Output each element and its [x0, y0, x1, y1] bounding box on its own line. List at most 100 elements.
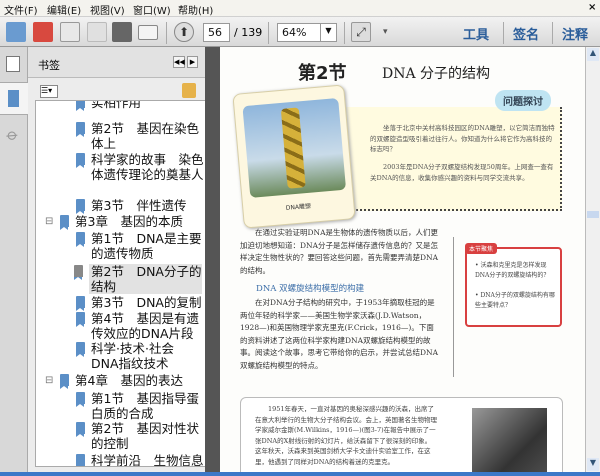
scrollbar-thumb[interactable] — [587, 211, 599, 218]
bookmark-icon — [60, 374, 69, 389]
bookmarks-tab[interactable] — [0, 82, 28, 115]
bookmark-options-menu[interactable]: ☰▾ — [40, 85, 58, 98]
bookmark-item[interactable]: 第3节 伴性遗传 — [76, 198, 204, 214]
bookmark-label: 第2节 基因在染色体上 — [91, 121, 199, 151]
previous-page-icon[interactable]: ⬆ — [174, 22, 194, 42]
menu-edit[interactable]: 编辑(E) — [47, 2, 81, 17]
menu-view[interactable]: 视图(V) — [90, 2, 125, 17]
photo-caption: DNA雕塑 — [285, 202, 312, 212]
email-icon[interactable] — [138, 25, 158, 40]
bookmark-label: 第3节 DNA的复制 — [91, 295, 202, 310]
document-scrollbar[interactable]: ▲ ▼ — [585, 47, 600, 472]
body-paragraph: 在对DNA分子结构的研究中，于1953年摘取桂冠的是两位年轻的科学家——美国生物… — [240, 298, 438, 370]
scroll-down-icon[interactable]: ▼ — [587, 458, 599, 471]
expand-bookmark-icon[interactable] — [182, 83, 196, 98]
comment-button[interactable]: 注释 — [562, 24, 588, 43]
bookmark-label: 第3章 基因的本质 — [75, 214, 183, 229]
menu-file[interactable]: 文件(F) — [4, 2, 38, 17]
focus-box: 本节聚焦 • 沃森和克里克是怎样发现DNA分子的双螺旋结构的？ • DNA分子的… — [465, 243, 562, 327]
toolbar-options-icon[interactable]: ▾ — [383, 27, 388, 37]
bookmark-label: 科学家的故事 染色体遗传理论的奠基人 — [91, 152, 204, 182]
bookmark-item[interactable]: 第1节 DNA是主要的遗传物质 — [76, 231, 204, 261]
dna-sculpture-photo — [242, 97, 347, 198]
subsection-heading: DNA 双螺旋结构模型的构建 — [256, 284, 365, 294]
intro-paragraph: 在通过实验证明DNA是生物体的遗传物质以后，人们更加迫切地想知道：DNA分子是怎… — [240, 228, 438, 275]
close-document-button[interactable]: × — [588, 2, 596, 13]
menu-bar: 文件(F) 编辑(E) 视图(V) 窗口(W) 帮助(H) × — [0, 0, 600, 17]
wilkins-photo — [472, 408, 547, 472]
page-total: / 139 — [234, 26, 263, 39]
attachments-paperclip-icon[interactable]: ⌀ — [3, 124, 23, 145]
focus-item: • 沃森和克里克是怎样发现DNA分子的双螺旋结构的？ — [475, 262, 550, 279]
bookmark-chapter[interactable]: ⊟ 第4章 基因的表达 — [45, 373, 204, 389]
bookmark-chapter[interactable]: ⊟ 第3章 基因的本质 — [45, 214, 204, 230]
bookmark-label: 第1节 基因指导蛋白质的合成 — [91, 391, 199, 421]
bookmark-label: 第2节 DNA分子的结构 — [91, 264, 202, 294]
bookmark-label: 第1节 DNA是主要的遗传物质 — [91, 231, 202, 261]
page-thumbnails-icon[interactable] — [6, 56, 20, 72]
collapse-panel-button[interactable]: ◀◀ — [173, 56, 185, 68]
bookmark-icon — [74, 265, 83, 280]
section-number: 第2节 — [298, 63, 347, 84]
collapse-toggle-icon[interactable]: ⊟ — [45, 214, 53, 229]
bookmark-icon — [76, 392, 85, 407]
collapse-toggle-icon[interactable]: ⊟ — [45, 373, 53, 388]
bookmark-label: 第4章 基因的表达 — [75, 373, 183, 388]
bookmark-label: 实相作用 — [91, 100, 142, 110]
bookmark-icon — [76, 232, 85, 247]
toolbar: ⬆ 56 / 139 64% ▼ ⤢ ▾ 工具 签名 注释 — [0, 17, 600, 47]
bookmark-item[interactable]: 第1节 基因指导蛋白质的合成 — [76, 391, 204, 421]
bookmark-icon — [76, 422, 85, 437]
bookmarks-header: 书签 ◀◀ ▶ — [28, 47, 205, 78]
bookmark-icon — [8, 90, 19, 107]
scroll-up-icon[interactable]: ▲ — [587, 48, 599, 61]
bookmark-tree: 实相作用第2节 基因在染色体上 科学家的故事 染色体遗传理论的奠基人第3节 伴性遗… — [35, 100, 218, 467]
edit-document-icon[interactable] — [60, 22, 80, 42]
page-number-input[interactable]: 56 — [203, 23, 230, 42]
bookmark-label: 第4节 基因是有遗传效应的DNA片段 — [91, 311, 199, 341]
bookmark-item[interactable]: 科学·技术·社会 DNA指纹技术 — [76, 341, 204, 371]
bookmark-item[interactable]: 第2节 基因对性状的控制 — [76, 421, 204, 451]
bookmark-icon — [76, 199, 85, 214]
bookmark-item[interactable]: 第4节 基因是有遗传效应的DNA片段 — [76, 311, 204, 341]
bookmark-icon — [76, 153, 85, 168]
bookmark-icon — [60, 215, 69, 230]
fullscreen-icon[interactable]: ⤢ — [351, 22, 371, 42]
combine-files-icon[interactable] — [33, 22, 53, 42]
document-area: 第2节 DNA 分子的结构 坐落于北京中关村高科技园区的DNA雕塑，以它简洁而独… — [205, 47, 600, 472]
menu-window[interactable]: 窗口(W) — [133, 2, 171, 17]
tools-button[interactable]: 工具 — [463, 24, 489, 43]
bookmark-item[interactable]: 第3节 DNA的复制 — [76, 295, 204, 311]
bookmark-icon — [76, 101, 85, 111]
photo-card: DNA雕塑 — [232, 84, 356, 229]
bookmark-label: 科学前沿 生物信息学 — [91, 453, 204, 467]
print-icon[interactable] — [112, 22, 132, 42]
bookmark-item[interactable]: 科学家的故事 染色体遗传理论的奠基人 — [76, 152, 204, 182]
section-title: DNA 分子的结构 — [382, 66, 491, 82]
bookmark-item[interactable]: 第2节 基因在染色体上 — [76, 121, 204, 151]
bookmark-icon — [76, 454, 85, 466]
bookmark-label: 科学·技术·社会 DNA指纹技术 — [91, 341, 174, 371]
focus-item: • DNA分子的双螺旋结构有哪些主要特点？ — [475, 292, 555, 309]
save-icon[interactable] — [87, 22, 107, 42]
zoom-input[interactable]: 64% — [277, 23, 321, 42]
bookmarks-panel: 书签 ◀◀ ▶ ☰▾ 实相作用第2节 基因在染色体上 科学家的故事 染色体遗传理论… — [28, 47, 218, 472]
create-pdf-icon[interactable] — [6, 22, 26, 42]
menu-help[interactable]: 帮助(H) — [178, 2, 213, 17]
bookmarks-title: 书签 — [38, 59, 60, 72]
pdf-page: 第2节 DNA 分子的结构 坐落于北京中关村高科技园区的DNA雕塑，以它简洁而独… — [220, 47, 585, 472]
discussion-tag: 问题探讨 — [495, 90, 551, 111]
story-box: 1951年春天，一直对基因的奥秘深感兴趣的沃森，出席了在意大利举行的生物大分子结… — [240, 397, 563, 472]
bookmark-item[interactable]: 第2节 DNA分子的结构 — [74, 264, 202, 294]
bookmark-label: 第2节 基因对性状的控制 — [91, 421, 199, 451]
bookmark-icon — [76, 342, 85, 357]
bookmark-icon — [76, 296, 85, 311]
expand-panel-button[interactable]: ▶ — [187, 56, 198, 68]
zoom-dropdown-chevron-icon[interactable]: ▼ — [320, 23, 337, 42]
sign-button[interactable]: 签名 — [513, 24, 539, 43]
bookmark-label: 第3节 伴性遗传 — [91, 198, 187, 213]
bookmark-item[interactable]: 科学前沿 生物信息学 — [76, 453, 204, 467]
bookmark-item[interactable]: 实相作用 — [76, 100, 204, 111]
bookmark-icon — [76, 312, 85, 327]
navigation-pane-strip: ⌀ — [0, 47, 28, 472]
